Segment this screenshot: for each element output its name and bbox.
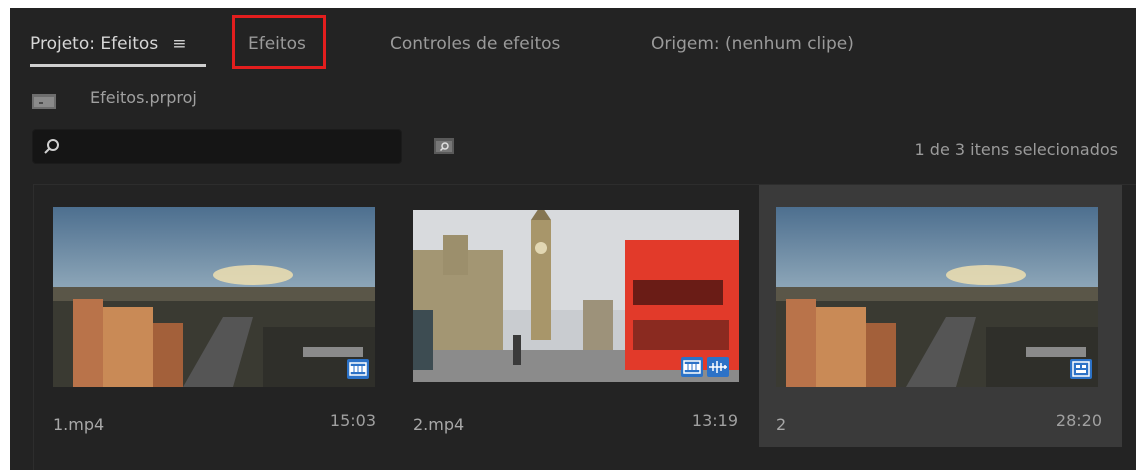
selection-count: 1 de 3 itens selecionados xyxy=(914,140,1118,159)
clip-item-2[interactable]: 2.mp4 13:19 xyxy=(394,185,754,447)
clip-thumbnail xyxy=(776,207,1098,387)
clip-name: 1.mp4 xyxy=(53,415,105,434)
video-clip-icon xyxy=(347,359,369,379)
clip-name: 2.mp4 xyxy=(413,415,465,434)
panel-tab-bar: Projeto: Efeitos ≡ Efeitos Controles de e… xyxy=(10,8,1136,72)
tab-controles-de-efeitos[interactable]: Controles de efeitos xyxy=(390,34,560,54)
search-box[interactable] xyxy=(32,129,402,165)
tab-origem[interactable]: Origem: (nenhum clipe) xyxy=(651,34,854,54)
panel-menu-icon[interactable]: ≡ xyxy=(172,34,186,54)
clip-item-1[interactable]: 1.mp4 15:03 xyxy=(34,185,394,447)
sequence-icon xyxy=(1070,359,1092,379)
video-clip-icon xyxy=(681,357,703,377)
clip-grid: 1.mp4 15:03 2.mp4 13:19 2 28:20 xyxy=(33,184,1136,470)
clip-duration: 13:19 xyxy=(691,411,738,430)
clip-thumbnail xyxy=(413,210,739,382)
audio-clip-icon xyxy=(707,357,729,377)
clip-item-3[interactable]: 2 28:20 xyxy=(759,185,1122,447)
project-file-name: Efeitos.prproj xyxy=(90,88,197,107)
active-tab-underline xyxy=(30,64,206,67)
clip-name: 2 xyxy=(776,415,787,434)
search-icon xyxy=(44,139,59,154)
tab-efeitos[interactable]: Efeitos xyxy=(248,34,306,54)
find-in-folder-icon[interactable] xyxy=(434,138,454,154)
clip-duration: 15:03 xyxy=(329,411,376,430)
tab-projeto[interactable]: Projeto: Efeitos ≡ xyxy=(30,34,206,67)
clip-thumbnail xyxy=(53,207,375,387)
clip-duration: 28:20 xyxy=(1055,411,1102,430)
tab-projeto-label: Projeto: Efeitos xyxy=(30,34,159,54)
search-input[interactable] xyxy=(69,130,393,165)
project-panel: Projeto: Efeitos ≡ Efeitos Controles de e… xyxy=(10,8,1136,470)
folder-icon xyxy=(32,94,56,109)
